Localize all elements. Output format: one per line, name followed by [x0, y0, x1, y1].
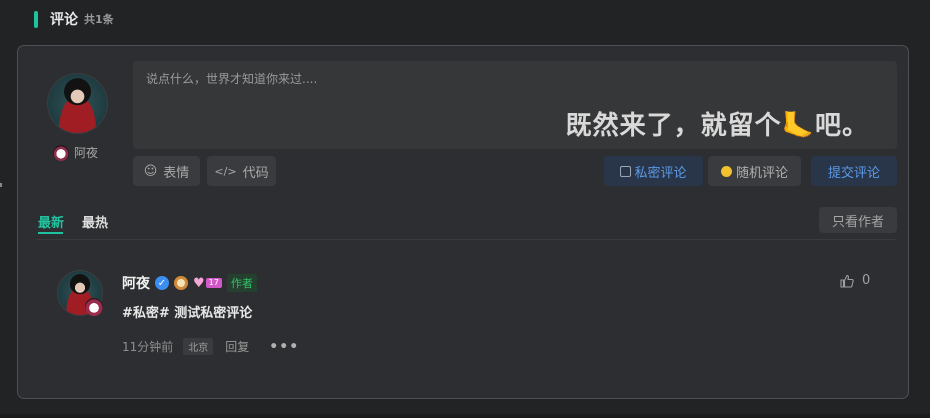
editor-username: 阿夜 — [74, 146, 99, 160]
random-comment-button[interactable]: 随机评论 — [708, 156, 801, 186]
dice-icon — [720, 165, 732, 177]
comment-header: 阿夜 ✓ ♥ 17 作者 — [122, 273, 257, 293]
smile-icon: ☺ — [143, 163, 158, 179]
tab-underline — [38, 232, 63, 234]
checkbox-icon[interactable] — [620, 165, 632, 177]
only-author-button[interactable]: 只看作者 — [819, 207, 897, 233]
emoji-label: 表情 — [163, 165, 190, 181]
private-comment-button[interactable]: 私密评论 — [604, 156, 703, 186]
comment-card: 阿夜 说点什么，世界才知道你来过.... 既然来了，就留个🦶吧。 ☺ 表情 </… — [17, 45, 909, 399]
textarea-placeholder: 说点什么，世界才知道你来过.... — [146, 72, 318, 86]
comment-author[interactable]: 阿夜 — [122, 273, 150, 293]
comment-count: 共1条 — [84, 13, 114, 26]
edge-dot — [0, 183, 2, 187]
verified-icon: ✓ — [155, 276, 169, 290]
submit-comment-button[interactable]: 提交评论 — [811, 156, 897, 186]
comment-content: #私密# 测试私密评论 — [122, 306, 253, 321]
reply-button[interactable]: 回复 — [225, 338, 249, 355]
code-button[interactable]: </> 代码 — [207, 156, 276, 186]
comment-textarea[interactable]: 说点什么，世界才知道你来过.... 既然来了，就留个🦶吧。 — [133, 61, 897, 149]
bottom-strip — [0, 414, 930, 418]
textarea-slogan: 既然来了，就留个🦶吧。 — [565, 111, 869, 141]
tab-latest[interactable]: 最新 — [38, 212, 64, 231]
comment-meta: 11分钟前 北京 回复 ••• — [122, 338, 299, 355]
random-label: 随机评论 — [735, 165, 788, 181]
emoji-button[interactable]: ☺ 表情 — [133, 156, 200, 186]
like-button[interactable]: 0 — [840, 273, 870, 288]
accent-bar — [34, 10, 38, 28]
more-options-icon[interactable]: ••• — [269, 339, 299, 355]
code-icon: </> — [214, 164, 237, 178]
private-label: 私密评论 — [634, 165, 687, 181]
medal-icon — [174, 276, 188, 290]
level-number: 17 — [205, 278, 222, 288]
thumbs-up-icon — [840, 274, 854, 288]
code-label: 代码 — [242, 165, 269, 181]
section-title: 评论 — [50, 12, 78, 28]
comment-time: 11分钟前 — [122, 340, 174, 354]
comment-location: 北京 — [183, 338, 214, 355]
editor-user: 阿夜 — [53, 144, 98, 161]
avatar-badge-icon — [85, 298, 103, 316]
tab-hottest[interactable]: 最热 — [82, 212, 108, 231]
user-badge-icon — [53, 144, 69, 161]
section-header: 评论 共1条 — [34, 9, 114, 29]
submit-label: 提交评论 — [827, 165, 880, 181]
heart-icon: ♥ — [193, 275, 205, 291]
editor-avatar[interactable] — [47, 73, 108, 134]
level-badge: ♥ 17 — [193, 276, 222, 291]
tabs-divider — [36, 239, 896, 240]
like-count: 0 — [862, 273, 871, 288]
author-tag: 作者 — [226, 274, 257, 292]
